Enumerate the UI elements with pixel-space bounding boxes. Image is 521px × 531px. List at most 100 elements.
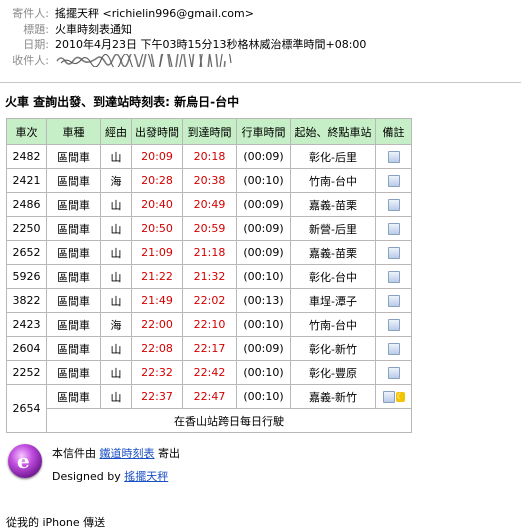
- train-no: 3822: [6, 288, 47, 313]
- table-row: 2252 區間車 山 22:32 22:42 (00:10) 彰化-豐原: [6, 360, 412, 385]
- train-no: 2423: [6, 312, 47, 337]
- notes-cell: [375, 168, 412, 193]
- train-type: 區間車: [46, 288, 101, 313]
- duration: (00:10): [236, 168, 291, 193]
- note-icon[interactable]: [387, 295, 400, 307]
- date-label: 日期:: [23, 38, 49, 51]
- departure-time: 22:00: [131, 312, 183, 337]
- arrival-time: 22:42: [182, 360, 237, 385]
- train-no: 2604: [6, 336, 47, 361]
- arrival-time: 22:10: [182, 312, 237, 337]
- train-type: 區間車: [46, 240, 101, 265]
- route: 彰化-豐原: [290, 360, 376, 385]
- via: 海: [100, 312, 132, 337]
- train-type: 區間車: [46, 216, 101, 241]
- train-type: 區間車: [46, 336, 101, 361]
- note-icon[interactable]: [387, 151, 400, 163]
- table-row: 2604 區間車 山 22:08 22:17 (00:09) 彰化-新竹: [6, 336, 412, 361]
- notes-cell: [375, 216, 412, 241]
- train-no: 2250: [6, 216, 47, 241]
- note-icon[interactable]: [387, 271, 400, 283]
- duration: (00:09): [236, 216, 291, 241]
- email-headers: 寄件人: 搖擺天秤 <richielin996@gmail.com> 標題: 火…: [0, 6, 521, 68]
- duration: (00:10): [236, 264, 291, 289]
- col-header-duration: 行車時間: [236, 118, 291, 145]
- designer-link[interactable]: 搖擺天秤: [124, 470, 168, 483]
- departure-time: 21:49: [131, 288, 183, 313]
- from-label: 寄件人:: [12, 7, 49, 20]
- table-row: 3822 區間車 山 21:49 22:02 (00:13) 車埕-潭子: [6, 288, 412, 313]
- train-no: 2252: [6, 360, 47, 385]
- duration: (00:09): [236, 192, 291, 217]
- route: 嘉義-新竹: [290, 384, 376, 409]
- via: 山: [100, 336, 132, 361]
- table-row: 2250 區間車 山 20:50 20:59 (00:09) 新營-后里: [6, 216, 412, 241]
- arrival-time: 20:18: [182, 144, 237, 169]
- via: 山: [100, 288, 132, 313]
- date-value: 2010年4月23日 下午03時15分13秒格林威治標準時間+08:00: [55, 38, 367, 51]
- note-icon[interactable]: [387, 223, 400, 235]
- route: 竹南-台中: [290, 312, 376, 337]
- departure-time: 20:50: [131, 216, 183, 241]
- col-header-arrival: 到達時間: [182, 118, 237, 145]
- table-row-footnote: 在香山站跨日每日行駛: [7, 408, 412, 433]
- note-icon[interactable]: [387, 319, 400, 331]
- table-row-last: 2654 區間車 山 22:37 22:47 (00:10) 嘉義-新竹 ☾: [6, 384, 412, 433]
- col-header-departure: 出發時間: [131, 118, 183, 145]
- notes-cell: [375, 312, 412, 337]
- duration: (00:10): [236, 360, 291, 385]
- arrival-time: 20:38: [182, 168, 237, 193]
- table-row: 2423 區間車 海 22:00 22:10 (00:10) 竹南-台中: [6, 312, 412, 337]
- sent-by-suffix: 寄出: [158, 447, 180, 460]
- note-icon[interactable]: [387, 343, 400, 355]
- note-icon[interactable]: [387, 175, 400, 187]
- train-no: 2652: [6, 240, 47, 265]
- note-icon[interactable]: [387, 367, 400, 379]
- table-row: 2486 區間車 山 20:40 20:49 (00:09) 嘉義-苗栗: [6, 192, 412, 217]
- schedule-title: 火車 查詢出發、到達站時刻表: 新烏日-台中: [5, 95, 240, 109]
- date-row: 日期: 2010年4月23日 下午03時15分13秒格林威治標準時間+08:00: [0, 37, 521, 53]
- notes-cell: [375, 288, 412, 313]
- via: 海: [100, 168, 132, 193]
- train-type: 區間車: [46, 312, 101, 337]
- train-type: 區間車: [46, 168, 101, 193]
- to-label: 收件人:: [12, 53, 49, 67]
- signature: 從我的 iPhone 傳送: [6, 516, 106, 529]
- moon-icon[interactable]: ☾: [395, 392, 405, 402]
- note-icon[interactable]: [387, 199, 400, 211]
- notes-cell: ☾: [375, 384, 412, 409]
- departure-time: 22:37: [131, 384, 183, 409]
- designed-by-line: Designed by 搖擺天秤: [52, 468, 168, 484]
- via: 山: [100, 264, 132, 289]
- route: 嘉義-苗栗: [290, 192, 376, 217]
- duration: (00:13): [236, 288, 291, 313]
- arrival-time: 20:59: [182, 216, 237, 241]
- subject-label: 標題:: [23, 22, 49, 36]
- route: 彰化-台中: [290, 264, 376, 289]
- table-row: 5926 區間車 山 21:22 21:32 (00:10) 彰化-台中: [6, 264, 412, 289]
- route: 嘉義-苗栗: [290, 240, 376, 265]
- arrival-time: 22:17: [182, 336, 237, 361]
- note-icon[interactable]: [387, 247, 400, 259]
- train-type: 區間車: [46, 264, 101, 289]
- departure-time: 21:09: [131, 240, 183, 265]
- notes-cell: [375, 240, 412, 265]
- notes-cell: [375, 144, 412, 169]
- from-value[interactable]: 搖擺天秤 <richielin996@gmail.com>: [55, 6, 254, 22]
- train-no: 5926: [6, 264, 47, 289]
- via: 山: [100, 216, 132, 241]
- train-no: 2654: [6, 384, 47, 433]
- railway-schedule-link[interactable]: 鐵道時刻表: [100, 447, 155, 460]
- table-row: 2652 區間車 山 21:09 21:18 (00:09) 嘉義-苗栗: [6, 240, 412, 265]
- duration: (00:10): [236, 312, 291, 337]
- table-header-row: 車次 車種 經由 出發時間 到達時間 行車時間 起始、終點車站 備註: [6, 118, 412, 145]
- route: 竹南-台中: [290, 168, 376, 193]
- note-icon[interactable]: [382, 391, 395, 403]
- notes-cell: [375, 264, 412, 289]
- redaction-scribble-icon: [56, 54, 232, 67]
- route: 新營-后里: [290, 216, 376, 241]
- duration: (00:09): [236, 144, 291, 169]
- col-header-route: 起始、終點車站: [290, 118, 376, 145]
- schedule-table: 車次 車種 經由 出發時間 到達時間 行車時間 起始、終點車站 備註 2482 …: [6, 118, 412, 433]
- route: 彰化-新竹: [290, 336, 376, 361]
